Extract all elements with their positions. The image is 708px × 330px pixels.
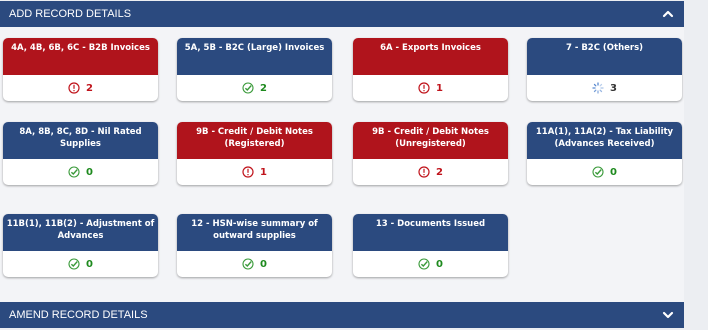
record-tile[interactable]: 12 - HSN-wise summary of outward supplie… [177,214,332,277]
tile-title: 7 - B2C (Others) [527,38,682,75]
tile-count: 1 [436,82,443,94]
tile-status: 2 [177,75,332,101]
tile-count: 1 [260,166,267,178]
tile-status: 0 [3,251,158,277]
tile-status: 0 [527,159,682,185]
exclamation-circle-icon [418,82,430,94]
check-circle-icon [68,166,80,178]
record-tile[interactable]: 5A, 5B - B2C (Large) Invoices 2 [177,38,332,101]
record-tile[interactable]: 4A, 4B, 6B, 6C - B2B Invoices 2 [3,38,158,101]
add-record-details-panel: 4A, 4B, 6B, 6C - B2B Invoices 2 5A, 5B - B… [0,27,684,302]
record-tile[interactable]: 9B - Credit / Debit Notes (Unregistered)… [353,122,508,185]
check-circle-icon [242,82,254,94]
tile-title: 12 - HSN-wise summary of outward supplie… [177,214,332,251]
check-circle-icon [418,258,430,270]
tile-count: 0 [260,258,267,270]
add-record-details-header[interactable]: ADD RECORD DETAILS [0,1,684,27]
chevron-up-icon[interactable] [662,8,674,20]
tile-status: 3 [527,75,682,101]
tile-title: 11B(1), 11B(2) - Adjustment of Advances [3,214,158,251]
tile-title: 5A, 5B - B2C (Large) Invoices [177,38,332,75]
tile-title: 6A - Exports Invoices [353,38,508,75]
tile-status: 1 [177,159,332,185]
exclamation-circle-icon [242,166,254,178]
record-tile[interactable]: 6A - Exports Invoices 1 [353,38,508,101]
tile-title: 9B - Credit / Debit Notes (Registered) [177,122,332,159]
record-tile[interactable]: 11B(1), 11B(2) - Adjustment of Advances 0 [3,214,158,277]
record-tile[interactable]: 8A, 8B, 8C, 8D - Nil Rated Supplies 0 [3,122,158,185]
tile-status: 2 [353,159,508,185]
exclamation-circle-icon [68,82,80,94]
amend-record-details-header[interactable]: AMEND RECORD DETAILS [0,302,684,328]
tile-count: 0 [610,166,617,178]
tile-status: 0 [353,251,508,277]
tile-count: 2 [260,82,267,94]
tile-status: 1 [353,75,508,101]
tile-title: 4A, 4B, 6B, 6C - B2B Invoices [3,38,158,75]
spinner-icon [592,82,604,94]
tile-status: 0 [177,251,332,277]
scrollbar[interactable] [691,0,708,330]
check-circle-icon [68,258,80,270]
tile-status: 2 [3,75,158,101]
chevron-down-icon[interactable] [662,309,674,321]
check-circle-icon [242,258,254,270]
tile-count: 0 [86,258,93,270]
record-tile[interactable]: 7 - B2C (Others) 3 [527,38,682,101]
record-tile[interactable]: 11A(1), 11A(2) - Tax Liability (Advances… [527,122,682,185]
tile-title: 8A, 8B, 8C, 8D - Nil Rated Supplies [3,122,158,159]
add-record-details-label: ADD RECORD DETAILS [9,8,132,20]
tile-count: 0 [436,258,443,270]
record-tile[interactable]: 13 - Documents Issued 0 [353,214,508,277]
check-circle-icon [592,166,604,178]
tile-status: 0 [3,159,158,185]
record-tile[interactable]: 9B - Credit / Debit Notes (Registered) 1 [177,122,332,185]
tile-count: 0 [86,166,93,178]
exclamation-circle-icon [418,166,430,178]
tile-count: 2 [86,82,93,94]
tile-title: 11A(1), 11A(2) - Tax Liability (Advances… [527,122,682,159]
tile-count: 2 [436,166,443,178]
tile-title: 9B - Credit / Debit Notes (Unregistered) [353,122,508,159]
amend-record-details-label: AMEND RECORD DETAILS [9,309,148,321]
tile-title: 13 - Documents Issued [353,214,508,251]
tile-count: 3 [610,82,617,94]
